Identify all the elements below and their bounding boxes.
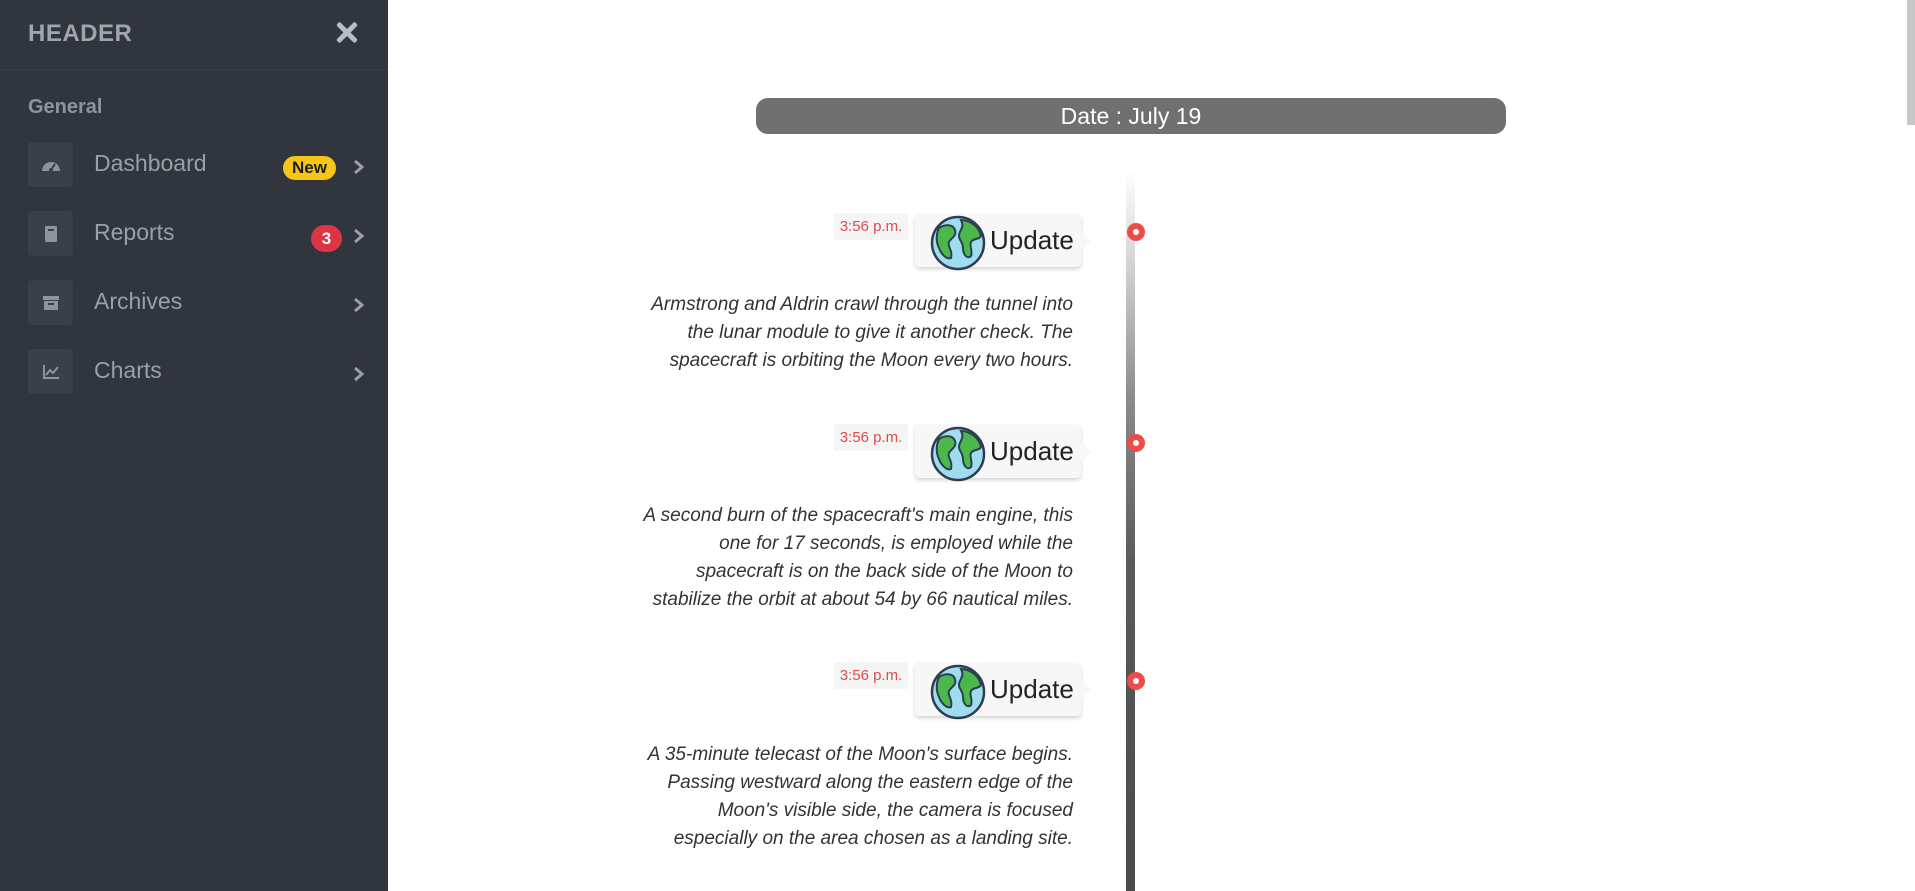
sidebar-item-dashboard[interactable]: Dashboard New [0,140,388,209]
sidebar-item-label: Dashboard [94,150,207,176]
count-badge: 3 [311,225,342,252]
date-header: Date : July 19 [756,98,1506,134]
chevron-right-icon [352,365,366,383]
sidebar-item-reports[interactable]: Reports 3 [0,209,388,278]
sidebar-item-label: Reports [94,219,175,245]
chevron-right-icon [352,227,366,245]
close-icon[interactable] [330,14,366,50]
new-badge: New [283,156,336,180]
event-card[interactable]: Update [915,425,1091,482]
dashboard-gauge-icon [28,142,73,187]
book-icon [28,211,73,256]
chevron-right-icon [352,158,366,176]
sidebar-item-label: Archives [94,288,183,314]
event-time: 3:56 p.m. [834,662,908,689]
event-title: Update [990,225,1074,255]
sidebar: HEADER General Dashboard New Reports 3 A… [0,0,388,891]
event-title: Update [990,674,1074,704]
sidebar-section-label: General [28,96,103,118]
sidebar-header: HEADER [0,0,388,70]
event-time: 3:56 p.m. [834,213,908,240]
globe-icon [930,215,986,271]
timeline-dot [1127,223,1145,241]
event-description: A second burn of the spacecraft's main e… [643,505,1073,610]
chevron-right-icon [352,296,366,314]
event-description: Armstrong and Aldrin crawl through the t… [651,294,1073,371]
archive-box-icon [28,280,73,325]
event-time: 3:56 p.m. [834,424,908,451]
line-chart-icon [28,349,73,394]
sidebar-item-archives[interactable]: Archives [0,278,388,347]
sidebar-item-charts[interactable]: Charts [0,347,388,416]
timeline-dot [1127,434,1145,452]
globe-icon [930,664,986,720]
event-card[interactable]: Update [915,214,1091,271]
sidebar-item-label: Charts [94,357,162,383]
sidebar-menu: Dashboard New Reports 3 Archives Charts [0,140,388,416]
event-description: A 35-minute telecast of the Moon's surfa… [647,744,1073,849]
timeline-line [1126,170,1135,891]
event-card[interactable]: Update [915,663,1091,720]
timeline-dot [1127,672,1145,690]
scrollbar-thumb[interactable] [1907,0,1915,125]
sidebar-title: HEADER [28,20,133,47]
globe-icon [930,426,986,482]
event-title: Update [990,436,1074,466]
